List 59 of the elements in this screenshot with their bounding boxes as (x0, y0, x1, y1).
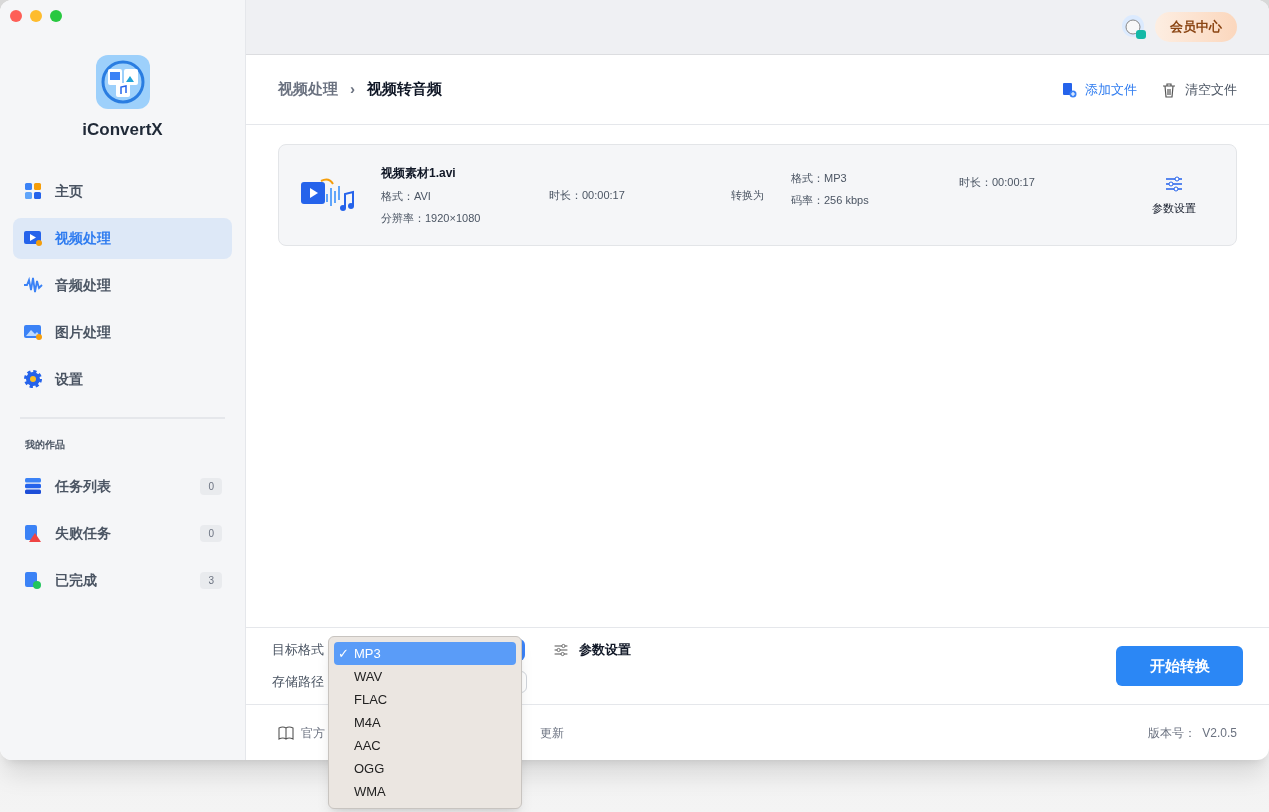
member-center-button[interactable]: 会员中心 (1155, 12, 1237, 42)
sidebar-item[interactable]: 已完成 3 (13, 559, 232, 601)
close-window-icon[interactable] (10, 10, 22, 22)
app-logo-icon (95, 55, 150, 109)
book-icon (278, 725, 294, 740)
section-title: 我的作品 (24, 437, 66, 452)
sidebar-item[interactable]: 主页 (13, 170, 232, 212)
format-option[interactable]: AAC (334, 734, 516, 757)
video-icon (23, 228, 43, 248)
source-duration: 时长：00:00:17 (549, 187, 626, 203)
add-file-button[interactable]: 添加文件 (1061, 79, 1137, 100)
start-convert-button[interactable]: 开始转换 (1116, 646, 1243, 686)
count-badge: 3 (200, 571, 222, 589)
update-link[interactable]: 更新 (540, 723, 1148, 742)
list-icon (23, 476, 43, 496)
version-text: 版本号： V2.0.5 (1147, 724, 1237, 742)
source-format: 格式：AVI (381, 188, 432, 204)
app-name: iConvertX (82, 119, 163, 141)
file-name: 视频素材1.avi (381, 164, 457, 182)
sidebar-item[interactable]: 音频处理 (13, 264, 232, 306)
bitrate: 码率：256 kbps (791, 193, 870, 208)
trash-icon (1161, 81, 1177, 98)
maximize-window-icon[interactable] (50, 10, 62, 22)
count-badge: 0 (200, 524, 222, 542)
sidebar-item[interactable]: 设置 (13, 358, 232, 400)
minimize-window-icon[interactable] (30, 10, 42, 22)
waveform-icon (23, 275, 43, 295)
breadcrumb-separator: › (350, 79, 355, 100)
sidebar-item[interactable]: 失败任务 0 (13, 512, 232, 554)
format-option[interactable]: WAV (334, 665, 516, 688)
convert-label: 转换为 (731, 187, 765, 203)
format-option[interactable]: FLAC (334, 688, 516, 711)
format-option[interactable]: OGG (334, 757, 516, 780)
grid-icon (23, 181, 43, 201)
parameter-settings-button[interactable]: 参数设置 (553, 640, 631, 660)
breadcrumb-item: 视频转音频 (367, 79, 442, 100)
target-format: 格式：MP3 (791, 170, 848, 186)
video-to-audio-icon (301, 178, 357, 212)
clear-files-button[interactable]: 清空文件 (1161, 79, 1237, 100)
count-badge: 0 (200, 477, 222, 495)
resolution: 分辨率：1920×1080 (381, 211, 482, 226)
image-icon (23, 322, 43, 342)
sidebar-item[interactable]: 任务列表 0 (13, 465, 232, 507)
parameter-settings-button[interactable]: 参数设置 (1152, 173, 1196, 217)
target-format-label: 目标格式 (272, 641, 324, 660)
breadcrumb-item[interactable]: 视频处理 (278, 78, 338, 101)
save-path-label: 存储路径 (272, 673, 324, 692)
failed-file-icon (23, 523, 43, 543)
format-option[interactable]: M4A (334, 711, 516, 734)
target-duration: 时长：00:00:17 (959, 174, 1036, 190)
sidebar-item[interactable]: 图片处理 (13, 311, 232, 353)
sliders-icon (1164, 173, 1184, 194)
add-file-icon (1061, 81, 1077, 98)
sliders-icon (553, 642, 569, 658)
website-link[interactable]: 官方 (301, 723, 325, 742)
format-option[interactable]: WMA (334, 780, 516, 803)
gear-icon (23, 369, 43, 389)
completed-file-icon (23, 570, 43, 590)
avatar-icon[interactable] (1121, 14, 1147, 40)
